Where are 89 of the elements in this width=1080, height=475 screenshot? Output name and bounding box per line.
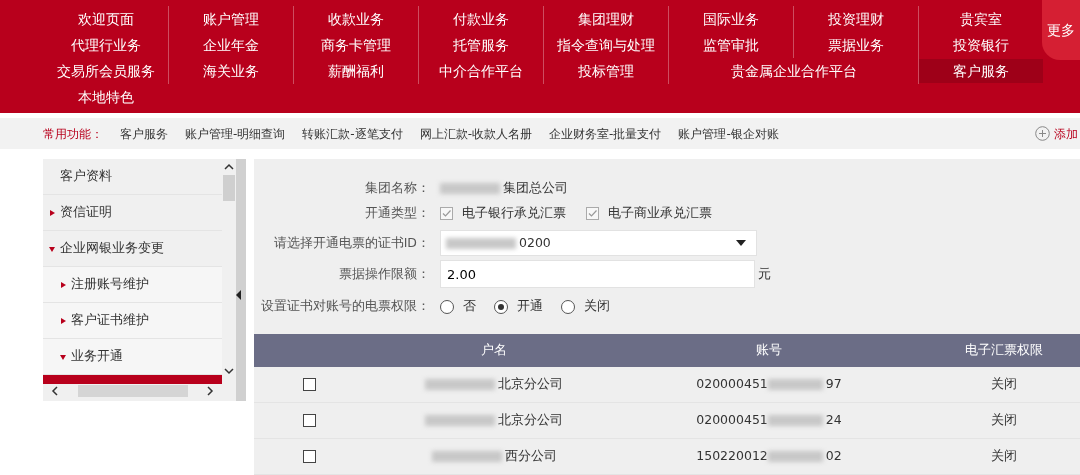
menu-tab[interactable]: 投标管理	[544, 59, 668, 83]
redacted-text	[425, 415, 495, 426]
menu-tab[interactable]: 贵宾室	[919, 7, 1043, 31]
table-cell: 02	[825, 447, 842, 466]
radio-button[interactable]	[440, 299, 454, 314]
row-checkbox[interactable]	[302, 378, 316, 391]
field-label: 开通类型：	[364, 204, 431, 223]
redacted-text	[440, 183, 500, 194]
row-checkbox[interactable]	[302, 450, 316, 463]
dropdown-caret-icon	[736, 240, 746, 246]
column-header: 电子汇票权限	[964, 341, 1044, 360]
redacted-text	[425, 379, 495, 390]
table-cell: 北京分公司	[498, 375, 563, 394]
menu-tab[interactable]: 付款业务	[419, 7, 543, 31]
more-button[interactable]: 更多	[1042, 0, 1080, 60]
shortcut-link[interactable]: 转账汇款-逐笔支付	[302, 124, 403, 143]
unit-label: 元	[758, 264, 772, 283]
field-label: 票据操作限额：	[338, 264, 431, 283]
menu-tab[interactable]: 本地特色	[43, 85, 168, 109]
row-checkbox[interactable]	[302, 414, 316, 427]
menu-tab[interactable]: 客户服务	[919, 59, 1043, 83]
field-label: 设置证书对账号的电票权限：	[260, 297, 431, 316]
field-label: 请选择开通电票的证书ID：	[272, 233, 431, 252]
menu-tab[interactable]: 商务卡管理	[294, 33, 418, 57]
table-cell-text: 关闭	[990, 375, 1018, 394]
checkbox[interactable]	[440, 207, 453, 220]
sidebar-item[interactable]: 客户证书维护	[43, 303, 222, 339]
menu-tab[interactable]: 账户管理	[169, 7, 293, 31]
table-cell-text: 关闭	[990, 411, 1018, 430]
menu-tab[interactable]: 海关业务	[169, 59, 293, 83]
scroll-left-icon[interactable]	[51, 386, 59, 396]
redacted-text	[431, 451, 502, 462]
certificate-select[interactable]: 0200	[440, 230, 757, 256]
add-label: 添加	[1054, 125, 1078, 143]
menu-tab[interactable]: 托管服务	[419, 33, 543, 57]
radio-label: 开通	[517, 297, 543, 316]
table-cell: 24	[825, 411, 842, 430]
sidebar-item[interactable]: 业务开通	[43, 339, 222, 375]
sidebar-item[interactable]: 注册账号维护	[43, 267, 222, 303]
shortcut-link[interactable]: 企业财务室-批量支付	[549, 124, 662, 143]
scroll-thumb[interactable]	[223, 175, 235, 201]
menu-tab[interactable]: 欢迎页面	[43, 7, 168, 31]
column-header: 账号	[755, 341, 783, 360]
menu-tab[interactable]: 中介合作平台	[419, 59, 543, 83]
menu-tab[interactable]: 交易所会员服务	[43, 59, 168, 83]
menu-tab[interactable]: 企业年金	[169, 33, 293, 57]
table-cell: 020000451	[696, 375, 768, 394]
checkbox[interactable]	[586, 207, 599, 220]
table-cell: 97	[825, 375, 842, 394]
shortcut-link[interactable]: 账户管理-银企对账	[678, 124, 779, 143]
shortcut-label: 常用功能：	[43, 125, 103, 143]
shortcut-link[interactable]: 客户服务	[120, 124, 168, 143]
redacted-text	[767, 415, 823, 426]
shortcut-link[interactable]: 账户管理-明细查询	[185, 124, 286, 143]
table-cell: 北京分公司	[498, 411, 563, 430]
vertical-scrollbar[interactable]	[222, 159, 236, 401]
menu-tab[interactable]: 投资银行	[919, 33, 1043, 57]
table-cell: 西分公司	[504, 447, 557, 466]
menu-tab[interactable]: 投资理财	[794, 7, 918, 31]
column-header: 户名	[480, 341, 508, 360]
menu-tab[interactable]: 代理行业务	[43, 33, 168, 57]
menu-tab[interactable]: 贵金属企业合作平台	[669, 59, 918, 83]
add-link[interactable]: 添加	[1035, 124, 1078, 143]
shortcut-link[interactable]: 网上汇款-收款人名册	[419, 124, 533, 143]
menu-tab[interactable]: 票据业务	[794, 33, 918, 57]
checkbox-label: 电子商业承兑汇票	[608, 204, 712, 223]
amount-input[interactable]: 2.00	[440, 260, 755, 288]
menu-tab[interactable]: 集团理财	[544, 7, 668, 31]
menu-tab[interactable]: 国际业务	[669, 7, 793, 31]
menu-tab[interactable]: 指令查询与处理	[544, 33, 668, 57]
group-name-value: 集团总公司	[503, 179, 568, 198]
table-cell: 150220012	[696, 447, 768, 466]
scroll-right-icon[interactable]	[206, 386, 214, 396]
radio-label: 否	[463, 297, 476, 316]
scroll-thumb[interactable]	[77, 385, 188, 397]
table-cell: 020000451	[696, 411, 768, 430]
checkbox-label: 电子银行承兑汇票	[462, 204, 566, 223]
splitter-handle[interactable]	[236, 159, 246, 401]
radio-button[interactable]	[561, 299, 575, 314]
menu-tab[interactable]: 收款业务	[294, 7, 418, 31]
radio-button[interactable]	[494, 299, 508, 314]
menu-tab[interactable]: 薪酬福利	[294, 59, 418, 83]
redacted-text	[767, 451, 823, 462]
table-cell-text: 关闭	[990, 447, 1018, 466]
redacted-text	[767, 379, 823, 390]
menu-tab[interactable]: 监管审批	[669, 33, 793, 57]
add-icon	[1035, 126, 1050, 141]
radio-label: 关闭	[584, 297, 610, 316]
field-label: 集团名称：	[364, 179, 431, 198]
